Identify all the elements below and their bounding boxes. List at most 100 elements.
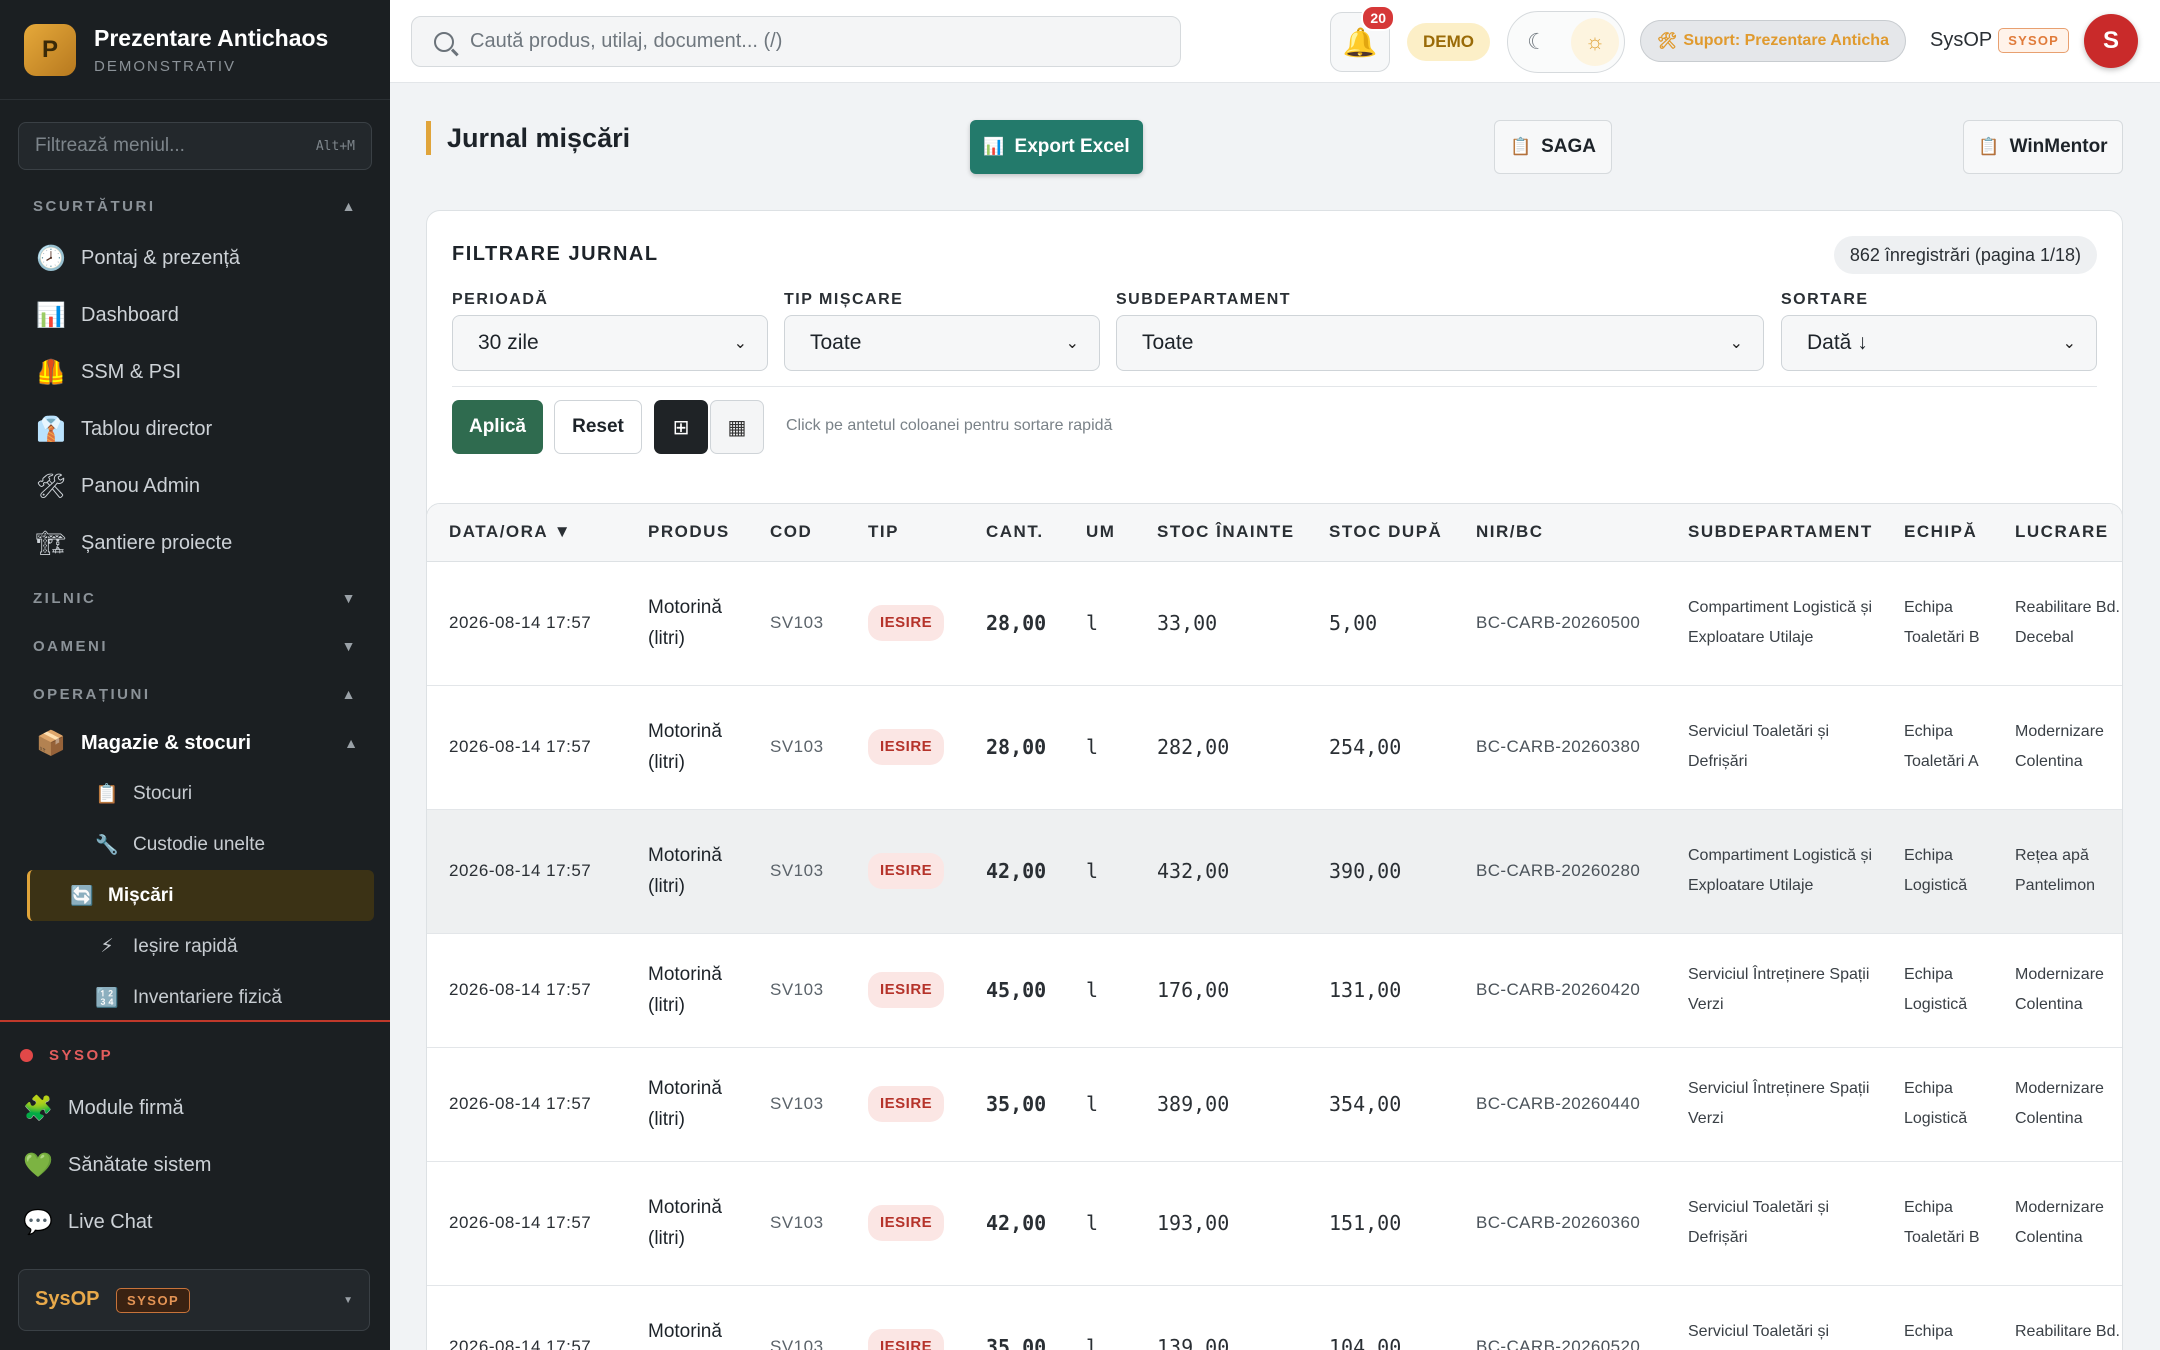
sidebar-item-sysop[interactable]: 💚 Sănătate sistem: [0, 1137, 390, 1194]
section-operatiuni[interactable]: OPERAȚIUNI ▲: [0, 670, 390, 718]
avatar[interactable]: S: [2084, 14, 2138, 68]
theme-toggle[interactable]: ☾ ☼: [1507, 11, 1625, 73]
column-header[interactable]: UM: [1064, 504, 1135, 561]
sidebar-item-label: Pontaj & prezență: [81, 247, 240, 269]
cell-nir: BC-CARB-20260420: [1454, 933, 1666, 1048]
cell-um: l: [1064, 933, 1135, 1048]
sidebar-item-sysop[interactable]: 💬 Live Chat: [0, 1194, 390, 1251]
cell-team: Echipa Logistică: [1882, 1047, 1993, 1162]
subdept-select[interactable]: Toate ⌄: [1116, 315, 1764, 371]
chevron-up-icon: ▲: [341, 686, 358, 702]
column-header[interactable]: COD: [748, 504, 846, 561]
column-header[interactable]: SUBDEPARTAMENT: [1666, 504, 1882, 561]
support-label: Suport: Prezentare Anticha: [1683, 32, 1889, 49]
cell-work: Reabilitare Bd. Decebal: [1993, 561, 2122, 686]
sidebar-group-magazie[interactable]: 📦 Magazie & stocuri ▲: [0, 718, 390, 768]
table-row[interactable]: 2026-08-14 17:57Motorină (litri)SV103 IES…: [427, 1047, 2122, 1162]
apply-button[interactable]: Aplică: [452, 400, 543, 454]
section-oameni-label: OAMENI: [33, 637, 108, 655]
sidebar-item-label: Live Chat: [68, 1211, 153, 1233]
sidebar-subitem[interactable]: 📋 Stocuri: [27, 768, 374, 819]
sidebar-item-shortcut[interactable]: 📊 Dashboard: [0, 287, 390, 344]
cell-team: Echipa Toaletări B: [1882, 561, 1993, 686]
type-select[interactable]: Toate ⌄: [784, 315, 1100, 371]
cell-after: 104,00: [1307, 1285, 1454, 1350]
cell-subdept: Compartiment Logistică și Exploatare Uti…: [1666, 809, 1882, 934]
submenu-icon: 🔄: [70, 885, 94, 907]
type-badge: IESIRE: [868, 729, 945, 765]
column-header[interactable]: NIR/BC: [1454, 504, 1666, 561]
section-oameni[interactable]: OAMENI ▼: [0, 622, 390, 670]
export-excel-button[interactable]: 📊 Export Excel: [970, 120, 1143, 174]
submenu-icon: ⚡: [100, 936, 114, 957]
cell-um: l: [1064, 561, 1135, 686]
period-select[interactable]: 30 zile ⌄: [452, 315, 768, 371]
type-badge: IESIRE: [868, 972, 945, 1008]
column-header[interactable]: DATA/ORA ▼: [427, 504, 626, 561]
notifications-button[interactable]: 🔔 20: [1330, 5, 1395, 72]
cell-code: SV103: [748, 933, 846, 1048]
sidebar-item-sysop[interactable]: 🧩 Module firmă: [0, 1080, 390, 1137]
cell-subdept: Serviciul Întreținere Spații Verzi: [1666, 933, 1882, 1048]
brand[interactable]: P Prezentare Antichaos DEMONSTRATIV: [0, 0, 390, 100]
cell-before: 282,00: [1135, 685, 1307, 810]
column-header[interactable]: STOC DUPĂ: [1307, 504, 1454, 561]
table-row[interactable]: 2026-08-14 17:57Motorină (litri)SV103 IES…: [427, 1285, 2122, 1350]
sun-icon[interactable]: ☼: [1571, 18, 1619, 66]
menu-icon: 🏗: [35, 530, 67, 557]
sidebar-subitem[interactable]: 🔢 Inventariere fizică: [27, 972, 374, 1023]
cell-product: Motorină (litri): [626, 1047, 748, 1162]
top-user[interactable]: SysOP SYSOP: [1930, 28, 2070, 53]
table-row[interactable]: 2026-08-14 17:57Motorină (litri)SV103 IES…: [427, 685, 2122, 810]
reset-button[interactable]: Reset: [554, 400, 642, 454]
column-header[interactable]: STOC ÎNAINTE: [1135, 504, 1307, 561]
sidebar-item-shortcut[interactable]: 🕗 Pontaj & prezență: [0, 230, 390, 287]
cell-um: l: [1064, 1285, 1135, 1350]
cell-before: 193,00: [1135, 1161, 1307, 1286]
column-header[interactable]: PRODUS: [626, 504, 748, 561]
table-view-icon[interactable]: ⊞: [654, 400, 708, 454]
winmentor-button[interactable]: 📋 WinMentor: [1963, 120, 2123, 174]
column-header[interactable]: CANT.: [964, 504, 1064, 561]
menu-filter-input[interactable]: [35, 135, 295, 157]
brand-logo: P: [24, 23, 76, 76]
search-input[interactable]: [470, 30, 1170, 53]
sidebar-subitem[interactable]: 🔧 Custodie unelte: [27, 819, 374, 870]
column-header[interactable]: TIP: [846, 504, 964, 561]
support-button[interactable]: 🛠 Suport: Prezentare Anticha: [1640, 20, 1906, 62]
cell-nir: BC-CARB-20260440: [1454, 1047, 1666, 1162]
box-icon: 📦: [36, 729, 66, 757]
sidebar-subitem[interactable]: ⚡ Ieșire rapidă: [27, 921, 374, 972]
cell-after: 354,00: [1307, 1047, 1454, 1162]
cell-qty: 28,00: [964, 685, 1064, 810]
moon-icon[interactable]: ☾: [1513, 18, 1561, 66]
sidebar-subitem[interactable]: 🔄 Mișcări: [27, 870, 374, 921]
cell-before: 33,00: [1135, 561, 1307, 686]
cell-after: 390,00: [1307, 809, 1454, 934]
sidebar-item-shortcut[interactable]: 🛠 Panou Admin: [0, 458, 390, 515]
saga-button[interactable]: 📋 SAGA: [1494, 120, 1612, 174]
table-row[interactable]: 2026-08-14 17:57Motorină (litri)SV103 IES…: [427, 561, 2122, 686]
sidebar-subitem-label: Ieșire rapidă: [133, 935, 238, 957]
section-zilnic[interactable]: ZILNIC ▼: [0, 574, 390, 622]
submenu-icon: 🔧: [95, 834, 119, 856]
chart-icon: 📊: [983, 137, 1005, 156]
section-shortcuts[interactable]: SCURTĂTURI ▲: [0, 182, 390, 230]
column-header[interactable]: ECHIPĂ: [1882, 504, 1993, 561]
chevron-down-icon: ▼: [341, 638, 358, 654]
sidebar-item-shortcut[interactable]: 🏗 Șantiere proiecte: [0, 515, 390, 572]
sort-label: SORTARE: [1781, 291, 1869, 308]
sidebar-item-shortcut[interactable]: 👔 Tablou director: [0, 401, 390, 458]
sidebar-item-label: Sănătate sistem: [68, 1154, 212, 1176]
sidebar-item-shortcut[interactable]: 🦺 SSM & PSI: [0, 344, 390, 401]
cell-team: Echipa Logistică: [1882, 933, 1993, 1048]
column-header[interactable]: LUCRARE: [1993, 504, 2122, 561]
sort-select[interactable]: Dată ↓ ⌄: [1781, 315, 2097, 371]
sidebar-user-menu[interactable]: SysOP SYSOP ▼: [18, 1269, 370, 1331]
cell-code: SV103: [748, 1285, 846, 1350]
grid-view-icon[interactable]: ▦: [710, 400, 764, 454]
sidebar-item-label: SSM & PSI: [81, 361, 182, 383]
table-row[interactable]: 2026-08-14 17:57Motorină (litri)SV103 IES…: [427, 933, 2122, 1048]
table-row[interactable]: 2026-08-14 17:57Motorină (litri)SV103 IES…: [427, 1161, 2122, 1286]
table-row[interactable]: 2026-08-14 17:57Motorină (litri)SV103 IES…: [427, 809, 2122, 934]
